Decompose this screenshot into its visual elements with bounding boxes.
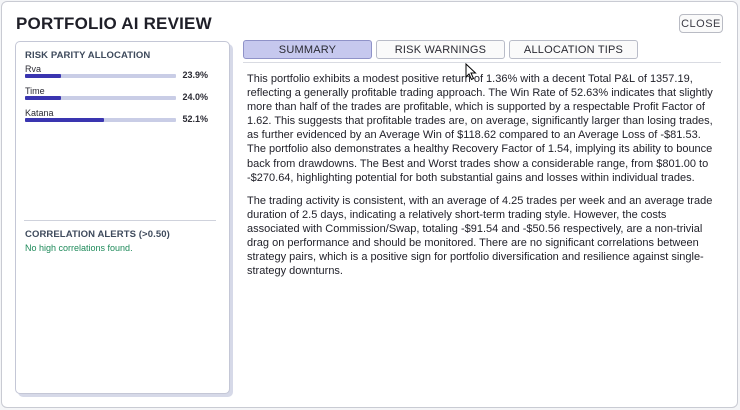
allocation-bar-fill: [25, 96, 62, 100]
tab-underline: [243, 62, 721, 63]
allocation-bar-track: [25, 74, 176, 78]
allocation-value: 23.9%: [182, 70, 208, 80]
summary-paragraph: This portfolio exhibits a modest positiv…: [247, 73, 713, 184]
allocation-title: RISK PARITY ALLOCATION: [25, 50, 151, 61]
correlation-message: No high correlations found.: [25, 243, 133, 253]
mouse-cursor-icon: [465, 63, 477, 81]
allocation-bar-track: [25, 118, 176, 122]
allocation-item-katana: Katana 52.1%: [25, 108, 208, 130]
allocation-item-rva: Rva 23.9%: [25, 64, 208, 86]
review-tabs: SUMMARY RISK WARNINGS ALLOCATION TIPS: [243, 40, 642, 59]
allocation-name: Katana: [25, 108, 54, 118]
close-button[interactable]: CLOSE: [679, 14, 723, 33]
left-panel: RISK PARITY ALLOCATION Rva 23.9% Time 24…: [15, 41, 230, 394]
summary-content: This portfolio exhibits a modest positiv…: [247, 72, 717, 287]
summary-paragraph: The trading activity is consistent, with…: [247, 194, 713, 278]
allocation-item-time: Time 24.0%: [25, 86, 208, 108]
dialog-title: PORTFOLIO AI REVIEW: [16, 14, 212, 33]
correlation-title: CORRELATION ALERTS (>0.50): [25, 229, 170, 240]
allocation-bar-track: [25, 96, 176, 100]
section-divider: [24, 220, 216, 221]
tab-risk-warnings[interactable]: RISK WARNINGS: [376, 40, 505, 59]
tab-allocation-tips[interactable]: ALLOCATION TIPS: [509, 40, 638, 59]
allocation-name: Rva: [25, 64, 42, 74]
tab-summary[interactable]: SUMMARY: [243, 40, 372, 59]
allocation-bar-fill: [25, 74, 62, 78]
allocation-bar-fill: [25, 118, 104, 122]
allocation-value: 52.1%: [182, 114, 208, 124]
allocation-value: 24.0%: [182, 92, 208, 102]
allocation-name: Time: [25, 86, 45, 96]
